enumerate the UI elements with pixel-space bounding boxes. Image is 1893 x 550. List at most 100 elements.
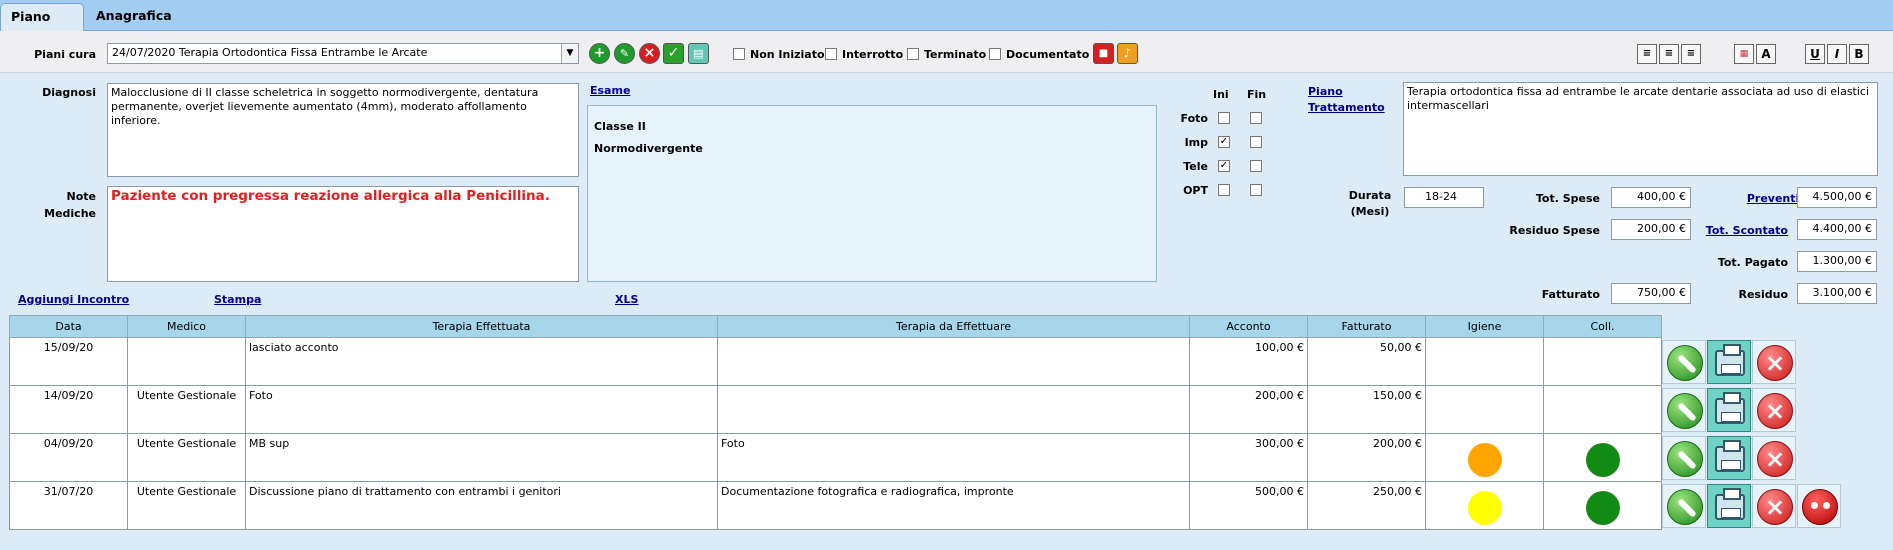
add-icon[interactable]: + <box>589 43 610 64</box>
foto-fin-checkbox[interactable] <box>1250 112 1262 124</box>
confirm-icon[interactable]: ✓ <box>663 43 684 64</box>
align-right-icon[interactable]: ≡ <box>1681 44 1701 64</box>
coll-status-dot[interactable] <box>1585 491 1620 525</box>
piano-trattamento-textarea[interactable]: Terapia ortodontica fissa ad entrambe le… <box>1403 82 1878 176</box>
tot-scontato-link[interactable]: Tot. Scontato <box>1700 224 1788 237</box>
terapia-da-effettuare-cell[interactable] <box>717 385 1190 434</box>
medico-cell[interactable] <box>127 337 246 386</box>
print-icon[interactable]: ▤ <box>688 43 709 64</box>
edit-icon[interactable] <box>1662 483 1706 528</box>
chevron-down-icon[interactable]: ▼ <box>561 44 578 63</box>
data-cell[interactable]: 04/09/20 <box>9 433 128 482</box>
piani-cura-value: 24/07/2020 Terapia Ortodontica Fissa Ent… <box>112 46 428 59</box>
bell-icon[interactable]: ♪ <box>1117 43 1138 64</box>
diagnosi-textarea[interactable]: Malocclusione di II classe scheletrica i… <box>107 83 579 177</box>
table-row[interactable]: 15/09/20 lasciato acconto 100,00 € 50,00… <box>9 337 1846 386</box>
terapia-da-effettuare-cell[interactable]: Documentazione fotografica e radiografic… <box>717 481 1190 530</box>
bold-button[interactable]: B <box>1849 44 1869 64</box>
aggiungi-incontro-link[interactable]: Aggiungi Incontro <box>18 293 129 306</box>
xls-link[interactable]: XLS <box>615 293 638 306</box>
durata-input[interactable]: 18-24 <box>1404 187 1484 208</box>
fatturato-cell[interactable]: 250,00 € <box>1307 481 1426 530</box>
documentato-checkbox[interactable] <box>989 48 1001 60</box>
delete-icon[interactable]: × <box>1752 339 1796 384</box>
print-icon[interactable] <box>1707 435 1751 480</box>
coll-status-dot[interactable] <box>1585 443 1620 477</box>
table-row[interactable]: 14/09/20 Utente Gestionale Foto 200,00 €… <box>9 385 1846 434</box>
underline-button[interactable]: U <box>1805 44 1825 64</box>
fatturato-cell[interactable]: 50,00 € <box>1307 337 1426 386</box>
note-mediche-textarea[interactable]: Paziente con pregressa reazione allergic… <box>107 186 579 282</box>
acconto-cell[interactable]: 500,00 € <box>1189 481 1308 530</box>
terapia-effettuata-cell[interactable]: MB sup <box>245 433 718 482</box>
column-header[interactable]: Fatturato <box>1307 315 1426 338</box>
piani-cura-select[interactable]: 24/07/2020 Terapia Ortodontica Fissa Ent… <box>107 43 579 64</box>
column-header[interactable]: Igiene <box>1425 315 1544 338</box>
non-iniziato-checkbox[interactable] <box>733 48 745 60</box>
print-icon[interactable] <box>1707 387 1751 432</box>
delete-icon[interactable]: × <box>1752 483 1796 528</box>
column-header[interactable]: Terapia Effettuata <box>245 315 718 338</box>
stampa-link[interactable]: Stampa <box>214 293 261 306</box>
imp-fin-checkbox[interactable] <box>1250 136 1262 148</box>
column-header[interactable]: Data <box>9 315 128 338</box>
imp-ini-checkbox[interactable]: ✓ <box>1218 136 1230 148</box>
medico-cell[interactable]: Utente Gestionale <box>127 481 246 530</box>
data-cell[interactable]: 14/09/20 <box>9 385 128 434</box>
delete-icon[interactable]: × <box>1752 435 1796 480</box>
print-icon[interactable] <box>1707 483 1751 528</box>
edit-icon[interactable]: ✎ <box>614 43 635 64</box>
ini-header: Ini <box>1213 88 1229 101</box>
tab-anagrafica[interactable]: Anagrafica <box>86 3 176 31</box>
terapia-effettuata-cell[interactable]: Discussione piano di trattamento con ent… <box>245 481 718 530</box>
esame-link[interactable]: Esame <box>590 84 630 97</box>
italic-button[interactable]: I <box>1827 44 1847 64</box>
fatturato-cell[interactable]: 200,00 € <box>1307 433 1426 482</box>
terapia-da-effettuare-cell[interactable]: Foto <box>717 433 1190 482</box>
align-center-icon[interactable]: ≡ <box>1659 44 1679 64</box>
igiene-status-dot[interactable] <box>1467 491 1502 525</box>
medico-cell[interactable]: Utente Gestionale <box>127 385 246 434</box>
terapia-da-effettuare-cell[interactable] <box>717 337 1190 386</box>
alarm-icon[interactable] <box>1797 483 1841 528</box>
align-left-icon[interactable]: ≡ <box>1637 44 1657 64</box>
row-actions: × <box>1662 482 1846 530</box>
column-header[interactable]: Coll. <box>1543 315 1662 338</box>
terapia-effettuata-cell[interactable]: Foto <box>245 385 718 434</box>
print-icon[interactable] <box>1707 339 1751 384</box>
terminato-checkbox[interactable] <box>907 48 919 60</box>
interrotto-checkbox[interactable] <box>825 48 837 60</box>
delete-icon[interactable]: × <box>639 43 660 64</box>
column-header[interactable]: Terapia da Effettuare <box>717 315 1190 338</box>
delete-icon[interactable]: × <box>1752 387 1796 432</box>
data-cell[interactable]: 15/09/20 <box>9 337 128 386</box>
piano-trattamento-link[interactable]: Piano Trattamento <box>1308 84 1385 116</box>
esame-line: Classe II <box>594 120 646 133</box>
data-cell[interactable]: 31/07/20 <box>9 481 128 530</box>
acconto-cell[interactable]: 300,00 € <box>1189 433 1308 482</box>
column-header[interactable]: Acconto <box>1189 315 1308 338</box>
foto-ini-checkbox[interactable] <box>1218 112 1230 124</box>
tele-fin-checkbox[interactable] <box>1250 160 1262 172</box>
coll-cell <box>1543 385 1662 434</box>
igiene-status-dot[interactable] <box>1467 443 1502 477</box>
medico-cell[interactable]: Utente Gestionale <box>127 433 246 482</box>
fatturato-cell[interactable]: 150,00 € <box>1307 385 1426 434</box>
edit-icon[interactable] <box>1662 387 1706 432</box>
tab-piano-cura[interactable]: Piano Cura <box>0 3 84 50</box>
font-button[interactable]: A <box>1756 44 1776 64</box>
acconto-cell[interactable]: 200,00 € <box>1189 385 1308 434</box>
table-row[interactable]: 31/07/20 Utente Gestionale Discussione p… <box>9 481 1846 530</box>
opt-ini-checkbox[interactable] <box>1218 184 1230 196</box>
edit-icon[interactable] <box>1662 339 1706 384</box>
opt-fin-checkbox[interactable] <box>1250 184 1262 196</box>
acconto-cell[interactable]: 100,00 € <box>1189 337 1308 386</box>
actions-header <box>1662 316 1846 338</box>
table-row[interactable]: 04/09/20 Utente Gestionale MB sup Foto 3… <box>9 433 1846 482</box>
column-header[interactable]: Medico <box>127 315 246 338</box>
edit-icon[interactable] <box>1662 435 1706 480</box>
lock-icon[interactable]: ■ <box>1093 43 1114 64</box>
tele-ini-checkbox[interactable]: ✓ <box>1218 160 1230 172</box>
color-palette-icon[interactable]: ▦ <box>1734 44 1754 64</box>
terapia-effettuata-cell[interactable]: lasciato acconto <box>245 337 718 386</box>
